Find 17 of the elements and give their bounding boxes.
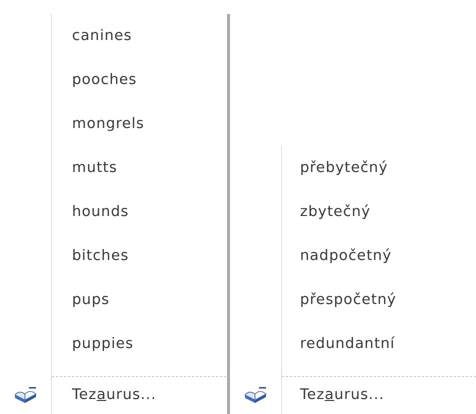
menu-item[interactable]: nadpočetný — [300, 248, 392, 264]
menu-item[interactable]: mutts — [72, 160, 118, 176]
menu-item[interactable]: přebytečný — [300, 160, 388, 176]
menu-item[interactable]: redundantní — [300, 336, 395, 352]
menu-item[interactable]: puppies — [72, 336, 134, 352]
thesaurus-menu-item[interactable]: Teza urus... — [300, 387, 384, 403]
menu-item[interactable]: mongrels — [72, 116, 144, 132]
book-icon — [14, 386, 38, 404]
book-icon — [244, 386, 268, 404]
menu-item[interactable]: canines — [72, 28, 132, 44]
menu-item[interactable]: pooches — [72, 72, 137, 88]
menu-item[interactable]: bitches — [72, 248, 129, 264]
menu-item[interactable]: hounds — [72, 204, 129, 220]
menu-item[interactable]: zbytečný — [300, 204, 371, 220]
thesaurus-menu-item[interactable]: Teza urus... — [72, 387, 156, 403]
menu-item[interactable]: pups — [72, 292, 110, 308]
menu-item[interactable]: přespočetný — [300, 292, 396, 308]
